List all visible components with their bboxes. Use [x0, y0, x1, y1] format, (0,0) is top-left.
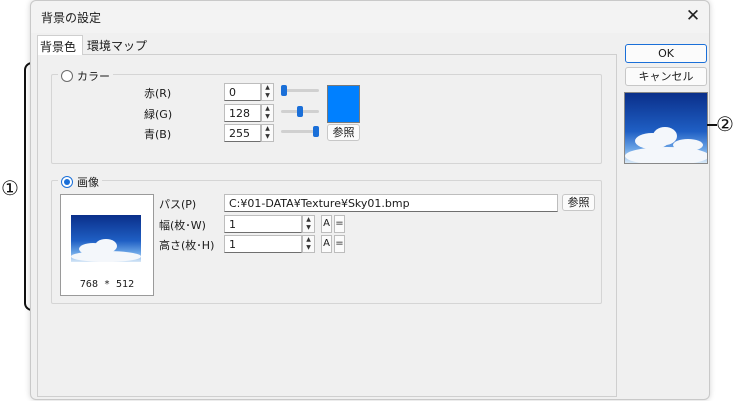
color-swatch[interactable]	[327, 85, 360, 123]
image-preview-thumbnail	[71, 215, 141, 262]
image-radio[interactable]: 画像	[58, 174, 102, 190]
height-equal-button[interactable]: =	[334, 235, 345, 253]
path-label: パス(P)	[159, 198, 197, 211]
spin-up-icon[interactable]: ▲	[303, 236, 314, 244]
red-spinner[interactable]: ▲ ▼	[261, 83, 274, 101]
tab-background-color[interactable]: 背景色	[37, 35, 83, 55]
cancel-button[interactable]: キャンセル	[625, 67, 707, 86]
image-radio-button[interactable]	[61, 176, 73, 188]
color-browse-button[interactable]: 参照	[327, 124, 360, 141]
color-radio[interactable]: カラー	[58, 68, 113, 84]
height-input[interactable]: 1	[224, 235, 302, 253]
background-settings-dialog: 背景の設定 ✕ 背景色 環境マップ カラー 赤(R) 0 ▲ ▼ 緑(G) 128…	[30, 0, 710, 400]
window-title: 背景の設定	[41, 11, 102, 25]
color-radio-label: カラー	[77, 70, 110, 83]
width-spinner[interactable]: ▲ ▼	[302, 215, 315, 233]
tab-background-color-label: 背景色	[40, 40, 77, 54]
path-input[interactable]: C:¥01-DATA¥Texture¥Sky01.bmp	[224, 194, 558, 212]
spin-down-icon[interactable]: ▼	[262, 133, 273, 141]
red-slider-thumb[interactable]	[281, 85, 287, 96]
red-label: 赤(R)	[144, 87, 172, 100]
tab-environment-map-label: 環境マップ	[87, 39, 148, 53]
annotation-1: ①	[1, 176, 19, 200]
width-input[interactable]: 1	[224, 215, 302, 233]
blue-slider-thumb[interactable]	[313, 126, 319, 137]
image-size-label: 768 * 512	[79, 279, 135, 290]
blue-spinner[interactable]: ▲ ▼	[261, 124, 274, 142]
width-equal-button[interactable]: =	[334, 215, 345, 233]
blue-label: 青(B)	[144, 128, 172, 141]
annotation-2: ②	[716, 112, 734, 136]
background-preview	[624, 92, 708, 164]
width-auto-button[interactable]: A	[321, 215, 332, 233]
spin-down-icon[interactable]: ▼	[262, 92, 273, 100]
image-radio-label: 画像	[77, 176, 99, 189]
color-radio-button[interactable]	[61, 70, 73, 82]
blue-input[interactable]: 255	[224, 124, 261, 142]
spin-down-icon[interactable]: ▼	[303, 224, 314, 232]
spin-down-icon[interactable]: ▼	[303, 244, 314, 252]
spin-down-icon[interactable]: ▼	[262, 113, 273, 121]
spin-up-icon[interactable]: ▲	[303, 216, 314, 224]
red-input[interactable]: 0	[224, 83, 261, 101]
spin-up-icon[interactable]: ▲	[262, 125, 273, 133]
image-browse-button[interactable]: 参照	[562, 194, 595, 211]
title-bar: 背景の設定 ✕	[31, 1, 709, 33]
green-label: 緑(G)	[144, 108, 173, 121]
green-slider-thumb[interactable]	[297, 106, 303, 117]
height-auto-button[interactable]: A	[321, 235, 332, 253]
tab-environment-map[interactable]: 環境マップ	[85, 35, 149, 55]
cloud-shape	[625, 147, 707, 163]
cloud-shape	[71, 251, 141, 262]
spin-up-icon[interactable]: ▲	[262, 105, 273, 113]
ok-button[interactable]: OK	[625, 44, 707, 63]
spin-up-icon[interactable]: ▲	[262, 84, 273, 92]
height-spinner[interactable]: ▲ ▼	[302, 235, 315, 253]
close-button[interactable]: ✕	[681, 5, 705, 27]
green-spinner[interactable]: ▲ ▼	[261, 104, 274, 122]
green-input[interactable]: 128	[224, 104, 261, 122]
height-label: 高さ(枚･H)	[159, 239, 215, 252]
width-label: 幅(枚･W)	[159, 219, 206, 232]
